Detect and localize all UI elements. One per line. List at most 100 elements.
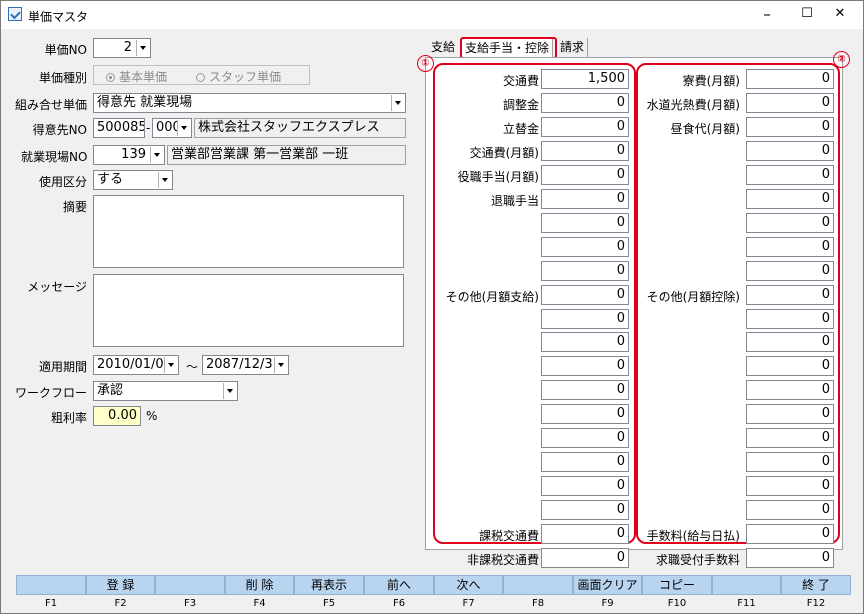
radio-selected-icon [106,73,115,82]
deduction-amount-field[interactable]: 0 [746,476,834,496]
deduction-label: 求職受付手数料 [655,553,740,567]
deduction-amount-field[interactable]: 0 [746,93,834,113]
use-label: 使用区分 [38,175,87,189]
fkey-f11-button[interactable] [712,575,781,595]
message-textarea[interactable] [93,274,404,347]
allowance-amount-field[interactable]: 0 [541,500,629,520]
deduction-amount-field[interactable]: 0 [746,69,834,89]
allowance-amount-field[interactable]: 0 [541,476,629,496]
deduction-amount-field[interactable]: 0 [746,356,834,376]
allowance-amount-field[interactable]: 0 [541,332,629,352]
allowance-label: 交通費 [502,74,539,88]
allowance-amount-field[interactable]: 0 [541,237,629,257]
fkey-f2-button[interactable]: 登 録 [86,575,155,595]
unit-type-label: 単価種別 [38,71,87,85]
fkey-f9-button[interactable]: 画面クリア [573,575,642,595]
deduction-amount-field[interactable]: 0 [746,141,834,161]
chevron-down-icon [223,383,236,399]
period-to-field[interactable]: 2087/12/31 [202,355,289,375]
radio-basic-unit[interactable]: 基本単価 [106,68,167,85]
deduction-amount-field[interactable]: 0 [746,285,834,305]
margin-field[interactable]: 0.00 [93,406,141,426]
combo-select[interactable]: 得意先 就業現場 [93,93,406,113]
deduction-amount-field[interactable]: 0 [746,237,834,257]
use-value: する [97,172,124,187]
fkey-f9-name: F9 [601,598,614,609]
deduction-amount-field[interactable]: 0 [746,404,834,424]
allowance-amount-field[interactable]: 0 [541,524,629,544]
deduction-amount-field[interactable]: 0 [746,309,834,329]
combo-value: 得意先 就業現場 [97,95,193,110]
deduction-amount-field[interactable]: 0 [746,117,834,137]
workflow-select[interactable]: 承認 [93,381,238,401]
site-no-select[interactable]: 139 [93,145,165,165]
allowance-amount-field[interactable]: 0 [541,93,629,113]
client-sub-select[interactable]: 000 [152,118,192,138]
window-title: 単価マスタ [28,10,89,24]
fkey-f1-button[interactable] [16,575,86,595]
chevron-down-icon [158,172,171,188]
allowance-label: 非課税交通費 [466,553,539,567]
allowance-amount-field[interactable]: 0 [541,285,629,305]
site-name-field: 営業部営業課 第一営業部 一班 [167,145,406,165]
allowance-amount-field[interactable]: 0 [541,165,629,185]
title-bar: 単価マスタ – ☐ ✕ [1,1,863,29]
period-to-value: 2087/12/31 [206,357,281,372]
workflow-value: 承認 [97,383,124,398]
use-select[interactable]: する [93,170,173,190]
deduction-amount-field[interactable]: 0 [746,213,834,233]
deduction-amount-field[interactable]: 0 [746,189,834,209]
deduction-amount-field[interactable]: 0 [746,548,834,568]
allowance-amount-field[interactable]: 1,500 [541,69,629,89]
deduction-label: 水道光熱費(月額) [646,98,740,112]
allowance-amount-field[interactable]: 0 [541,404,629,424]
allowance-amount-field[interactable]: 0 [541,356,629,376]
deduction-label: 昼食代(月額) [670,122,740,136]
deduction-amount-field[interactable]: 0 [746,452,834,472]
allowance-label: 課税交通費 [478,529,539,543]
deduction-amount-field[interactable]: 0 [746,261,834,281]
allowance-amount-field[interactable]: 0 [541,428,629,448]
unit-no-select[interactable]: 2 [93,38,151,58]
fkey-f3-button[interactable] [155,575,225,595]
fkey-f5-button[interactable]: 再表示 [294,575,364,595]
fkey-f6-button[interactable]: 前へ [364,575,434,595]
allowance-amount-field[interactable]: 0 [541,141,629,161]
deduction-amount-field[interactable]: 0 [746,332,834,352]
fkey-f7-name: F7 [462,598,475,609]
deduction-amount-field[interactable]: 0 [746,165,834,185]
fkey-f12-button[interactable]: 終 了 [781,575,851,595]
deduction-amount-field[interactable]: 0 [746,524,834,544]
fkey-f7-button[interactable]: 次へ [434,575,503,595]
fkey-f1-name: F1 [44,598,58,609]
allowance-amount-field[interactable]: 0 [541,261,629,281]
deduction-amount-field[interactable]: 0 [746,380,834,400]
allowance-label: 調整金 [502,98,539,112]
fkey-f8-button[interactable] [503,575,573,595]
allowance-amount-field[interactable]: 0 [541,548,629,568]
close-button[interactable]: ✕ [817,1,863,29]
allowance-label: 退職手当 [490,194,539,208]
chevron-down-icon [391,95,404,111]
fkey-f4-button[interactable]: 削 除 [225,575,294,595]
deduction-label: その他(月額控除) [646,290,740,304]
deduction-amount-field[interactable]: 0 [746,428,834,448]
tab-payment[interactable]: 支給 [428,38,458,57]
allowance-amount-field[interactable]: 0 [541,452,629,472]
allowance-amount-field[interactable]: 0 [541,189,629,209]
tab-billing[interactable]: 請求 [557,38,589,57]
period-from-value: 2010/01/01 [97,357,172,372]
allowance-amount-field[interactable]: 0 [541,309,629,329]
fkey-f10-button[interactable]: コピー [642,575,712,595]
deduction-amount-field[interactable]: 0 [746,500,834,520]
period-tilde: ～ [186,360,199,374]
allowance-amount-field[interactable]: 0 [541,213,629,233]
radio-basic-label: 基本単価 [119,70,168,84]
client-no-field[interactable]: 500085 [93,118,145,138]
app-window: 単価マスタ – ☐ ✕ 単価NO 2 単価種別 基本単価 スタッフ単価 組み合せ… [0,0,864,614]
radio-staff-unit[interactable]: スタッフ単価 [196,68,281,85]
summary-textarea[interactable] [93,195,404,268]
allowance-amount-field[interactable]: 0 [541,380,629,400]
period-from-field[interactable]: 2010/01/01 [93,355,179,375]
allowance-amount-field[interactable]: 0 [541,117,629,137]
